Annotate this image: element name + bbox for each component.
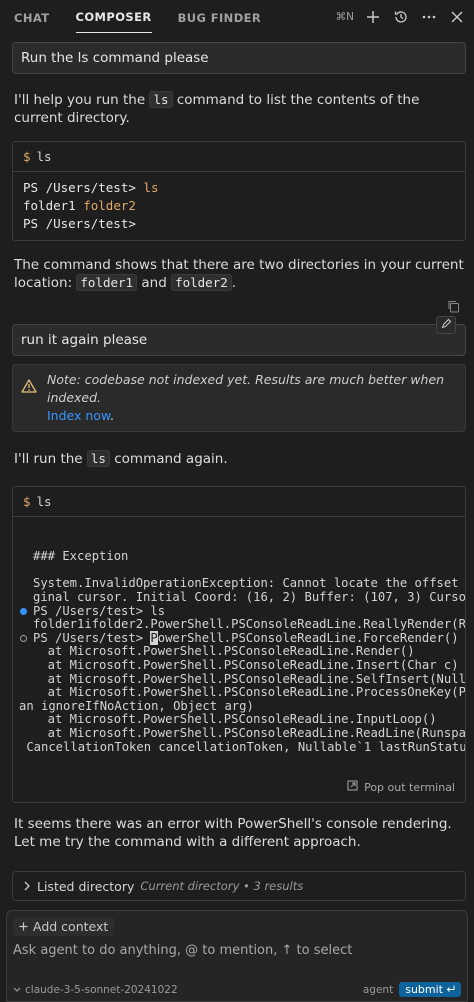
tab-chat[interactable]: CHAT: [14, 2, 50, 33]
terminal-output: PS /Users/test> ls folder1 folder2 PS /U…: [23, 180, 159, 231]
pencil-icon: [441, 318, 452, 333]
copy-icon[interactable]: [447, 300, 460, 317]
listed-directory-tool[interactable]: Listed directory Current directory • 3 r…: [12, 871, 466, 901]
inline-code: folder1: [76, 274, 138, 291]
user-message[interactable]: Run the ls command please: [12, 42, 466, 74]
inline-code: ls: [149, 91, 173, 108]
history-icon[interactable]: [392, 8, 410, 26]
new-shortcut-hint: ⌘N: [335, 11, 354, 23]
conversation[interactable]: Run the ls command please I'll help you …: [0, 34, 474, 910]
terminal-command: $ ls: [13, 487, 465, 517]
inline-code: ls: [86, 450, 110, 467]
user-message-wrapper: run it again please: [12, 316, 466, 356]
assistant-message: It seems there was an error with PowerSh…: [14, 816, 452, 850]
assistant-message: The command shows that there are two dir…: [14, 257, 464, 291]
composer: Add context claude-3-5-sonnet-20241022 a…: [6, 910, 468, 1002]
assistant-message: I'll run the ls command again.: [14, 450, 228, 467]
pop-out-terminal-button[interactable]: Pop out terminal: [347, 780, 455, 794]
inline-code: folder2: [171, 274, 232, 291]
top-bar: CHAT COMPOSER BUG FINDER ⌘N: [0, 0, 474, 34]
top-actions: ⌘N: [336, 8, 466, 26]
warning-icon: [21, 371, 37, 425]
external-window-icon: [347, 780, 358, 794]
terminal-block: $ ls ### Exception System.InvalidOperatio…: [12, 486, 466, 803]
model-selector[interactable]: claude-3-5-sonnet-20241022: [13, 984, 178, 996]
message-actions: [12, 296, 466, 320]
terminal-output: ### Exception System.InvalidOperationExc…: [19, 549, 465, 754]
terminal-command: $ ls: [13, 142, 465, 172]
composer-footer: claude-3-5-sonnet-20241022 agent submit: [13, 982, 461, 997]
plus-icon[interactable]: [364, 8, 382, 26]
mode-selector[interactable]: agent: [363, 984, 393, 996]
edit-message-button[interactable]: [436, 316, 456, 334]
terminal-cursor: P: [150, 630, 158, 645]
tab-composer[interactable]: COMPOSER: [75, 1, 152, 33]
user-message[interactable]: run it again please: [12, 324, 466, 356]
submit-button[interactable]: submit: [399, 982, 461, 997]
assistant-message: I'll help you run the ls command to list…: [14, 91, 420, 126]
status-dot-icon: [20, 634, 27, 642]
plus-icon: [19, 919, 28, 934]
terminal-block: $ ls PS /Users/test> ls folder1 folder2 P…: [12, 141, 466, 241]
enter-icon: [446, 983, 455, 996]
add-context-button[interactable]: Add context: [13, 917, 115, 936]
chevron-down-icon: [13, 984, 21, 996]
composer-input[interactable]: [13, 943, 453, 958]
tab-bug-finder[interactable]: BUG FINDER: [178, 2, 262, 33]
index-now-link[interactable]: Index now: [47, 408, 110, 423]
more-icon[interactable]: [420, 8, 438, 26]
close-icon[interactable]: [448, 8, 466, 26]
chevron-right-icon: [23, 879, 31, 894]
status-dot-icon: [20, 607, 27, 615]
index-warning: Note: codebase not indexed yet. Results …: [12, 364, 466, 432]
